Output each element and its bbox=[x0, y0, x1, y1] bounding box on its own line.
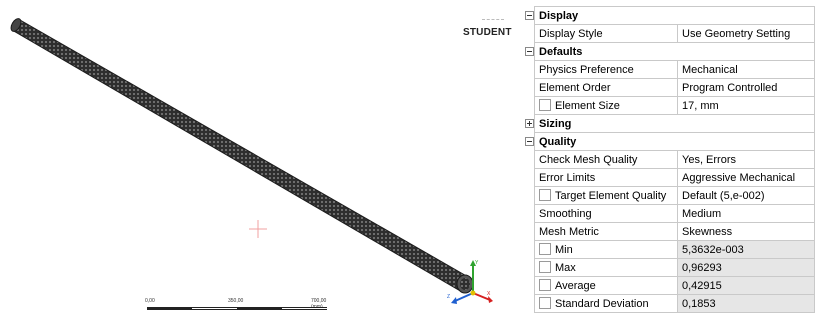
collapse-icon[interactable] bbox=[525, 43, 535, 61]
property-name: Standard Deviation bbox=[555, 298, 649, 310]
property-name: Display Style bbox=[534, 24, 678, 43]
category-display[interactable]: Display bbox=[525, 6, 815, 25]
property-row[interactable]: Standard Deviation 0,1853 bbox=[525, 294, 815, 313]
property-name: Mesh Metric bbox=[534, 222, 678, 241]
property-name: Target Element Quality bbox=[555, 190, 667, 202]
property-value[interactable]: Aggressive Mechanical bbox=[677, 168, 815, 187]
collapse-icon[interactable] bbox=[525, 133, 535, 151]
axis-triad[interactable]: Y X Z bbox=[443, 255, 493, 305]
z-axis-label: Z bbox=[447, 294, 450, 300]
watermark-line bbox=[482, 19, 504, 20]
y-axis-label: Y bbox=[475, 260, 479, 266]
graphics-viewport[interactable]: STUDENT 0,00 350,00 700,00 (mm) Y X Z bbox=[0, 0, 520, 313]
parameter-checkbox[interactable] bbox=[539, 99, 551, 111]
property-name: Min bbox=[555, 244, 573, 256]
probe-crosshair bbox=[249, 220, 267, 238]
category-defaults[interactable]: Defaults bbox=[525, 42, 815, 61]
property-value[interactable]: 17, mm bbox=[677, 96, 815, 115]
category-title: Defaults bbox=[534, 42, 815, 61]
parameter-checkbox[interactable] bbox=[539, 297, 551, 309]
property-name: Physics Preference bbox=[534, 60, 678, 79]
scale-bar: 0,00 350,00 700,00 (mm) bbox=[145, 298, 330, 312]
property-value[interactable]: Default (5,e-002) bbox=[677, 186, 815, 205]
property-value: 0,1853 bbox=[677, 294, 815, 313]
category-sizing[interactable]: Sizing bbox=[525, 114, 815, 133]
category-title: Sizing bbox=[534, 114, 815, 133]
property-value[interactable]: Yes, Errors bbox=[677, 150, 815, 169]
x-axis-label: X bbox=[487, 291, 491, 297]
property-value[interactable]: Medium bbox=[677, 204, 815, 223]
property-value: 0,42915 bbox=[677, 276, 815, 295]
property-row[interactable]: Smoothing Medium bbox=[525, 204, 815, 223]
property-row[interactable]: Element Size 17, mm bbox=[525, 96, 815, 115]
property-row[interactable]: Check Mesh Quality Yes, Errors bbox=[525, 150, 815, 169]
property-value[interactable]: Use Geometry Setting bbox=[677, 24, 815, 43]
scale-segment bbox=[282, 307, 327, 310]
parameter-checkbox[interactable] bbox=[539, 261, 551, 273]
collapse-icon[interactable] bbox=[525, 7, 535, 25]
property-row[interactable]: Element Order Program Controlled bbox=[525, 78, 815, 97]
property-row[interactable]: Max 0,96293 bbox=[525, 258, 815, 277]
property-row[interactable]: Target Element Quality Default (5,e-002) bbox=[525, 186, 815, 205]
property-value[interactable]: Program Controlled bbox=[677, 78, 815, 97]
property-row[interactable]: Mesh Metric Skewness bbox=[525, 222, 815, 241]
property-name: Average bbox=[555, 280, 596, 292]
scale-label-0: 0,00 bbox=[145, 298, 155, 304]
property-row[interactable]: Physics Preference Mechanical bbox=[525, 60, 815, 79]
category-quality[interactable]: Quality bbox=[525, 132, 815, 151]
student-watermark: STUDENT bbox=[463, 27, 512, 38]
property-name: Smoothing bbox=[534, 204, 678, 223]
parameter-checkbox[interactable] bbox=[539, 189, 551, 201]
property-name: Check Mesh Quality bbox=[534, 150, 678, 169]
category-title: Display bbox=[534, 6, 815, 25]
property-row[interactable]: Min 5,3632e-003 bbox=[525, 240, 815, 259]
property-row[interactable]: Display Style Use Geometry Setting bbox=[525, 24, 815, 43]
z-axis-arrow bbox=[454, 292, 474, 302]
property-row[interactable]: Average 0,42915 bbox=[525, 276, 815, 295]
parameter-checkbox[interactable] bbox=[539, 243, 551, 255]
property-name: Max bbox=[555, 262, 576, 274]
category-title: Quality bbox=[534, 132, 815, 151]
property-value[interactable]: Mechanical bbox=[677, 60, 815, 79]
parameter-checkbox[interactable] bbox=[539, 279, 551, 291]
scale-segment bbox=[147, 307, 192, 310]
expand-icon[interactable] bbox=[525, 115, 535, 133]
property-value: 0,96293 bbox=[677, 258, 815, 277]
details-grid: Display Display Style Use Geometry Setti… bbox=[525, 6, 815, 313]
scale-segment bbox=[237, 307, 282, 310]
property-name: Element Size bbox=[555, 100, 620, 112]
property-row[interactable]: Error Limits Aggressive Mechanical bbox=[525, 168, 815, 187]
scale-segment bbox=[192, 307, 237, 310]
mesh-rod-model bbox=[10, 18, 474, 294]
property-name: Error Limits bbox=[534, 168, 678, 187]
scale-label-1: 350,00 bbox=[228, 298, 244, 304]
property-value[interactable]: Skewness bbox=[677, 222, 815, 241]
property-name: Element Order bbox=[534, 78, 678, 97]
property-value: 5,3632e-003 bbox=[677, 240, 815, 259]
